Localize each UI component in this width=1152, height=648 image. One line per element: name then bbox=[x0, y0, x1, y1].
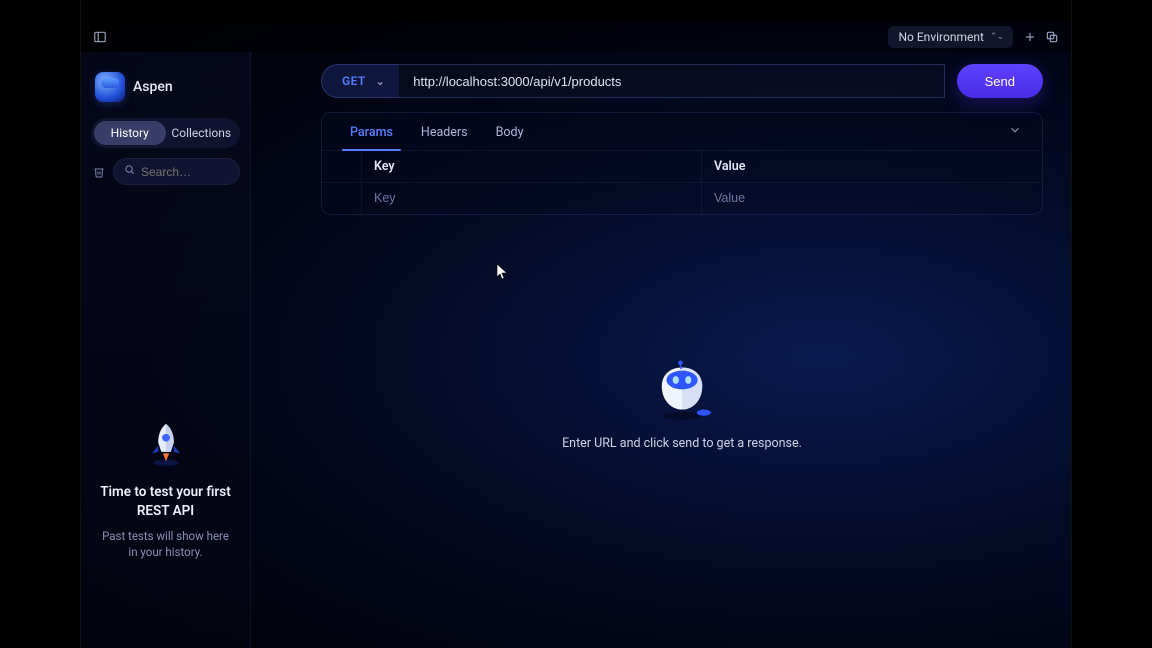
sidebar-tabs: History Collections bbox=[91, 118, 240, 148]
request-bar: GET ⌄ Send bbox=[321, 64, 1043, 98]
history-empty-subtitle: Past tests will show here in your histor… bbox=[97, 528, 234, 560]
http-method-selector[interactable]: GET ⌄ bbox=[321, 64, 399, 98]
tab-headers[interactable]: Headers bbox=[407, 113, 482, 150]
brand: Aspen bbox=[91, 60, 240, 118]
collapse-button[interactable] bbox=[1002, 117, 1028, 147]
response-empty-state: Enter URL and click send to get a respon… bbox=[321, 215, 1043, 648]
clear-history-button[interactable] bbox=[91, 166, 107, 178]
params-row-handle[interactable] bbox=[322, 182, 362, 214]
environment-label: No Environment bbox=[898, 30, 983, 44]
params-table: Key Value bbox=[322, 151, 1042, 214]
app-name: Aspen bbox=[133, 79, 173, 95]
url-input[interactable] bbox=[413, 74, 929, 89]
tab-params[interactable]: Params bbox=[336, 113, 407, 150]
search-input[interactable] bbox=[141, 165, 229, 179]
sidebar: Aspen History Collections bbox=[81, 52, 251, 648]
new-tab-button[interactable] bbox=[1019, 26, 1041, 48]
http-method-label: GET bbox=[342, 74, 366, 88]
request-config-card: Params Headers Body Key Value bbox=[321, 112, 1043, 215]
app-logo-icon bbox=[95, 72, 125, 102]
tab-body[interactable]: Body bbox=[482, 113, 538, 150]
window-titlebar bbox=[81, 0, 1071, 22]
param-key-input[interactable] bbox=[374, 191, 689, 205]
tab-collections[interactable]: Collections bbox=[166, 121, 238, 145]
param-value-input[interactable] bbox=[714, 191, 1030, 205]
search-container bbox=[113, 158, 240, 185]
history-empty-state: Time to test your first REST API Past te… bbox=[91, 417, 240, 640]
tab-history[interactable]: History bbox=[94, 121, 166, 145]
params-value-header: Value bbox=[702, 151, 1042, 182]
response-empty-message: Enter URL and click send to get a respon… bbox=[562, 436, 802, 451]
copy-button[interactable] bbox=[1041, 26, 1063, 48]
history-empty-title: Time to test your first REST API bbox=[97, 483, 234, 519]
request-tab-row: Params Headers Body bbox=[322, 113, 1042, 151]
main-panel: GET ⌄ Send Params Headers Body bbox=[251, 52, 1071, 648]
environment-selector[interactable]: No Environment ⌃⌄ bbox=[888, 26, 1013, 48]
updown-icon: ⌃⌄ bbox=[990, 32, 1003, 42]
sidebar-toggle-button[interactable] bbox=[89, 26, 111, 48]
chevron-down-icon: ⌄ bbox=[376, 75, 386, 88]
mascot-icon bbox=[642, 352, 722, 422]
params-checkbox-header bbox=[322, 151, 362, 182]
send-button[interactable]: Send bbox=[957, 64, 1043, 98]
url-container bbox=[399, 64, 944, 98]
search-icon bbox=[124, 164, 135, 179]
params-key-header: Key bbox=[362, 151, 702, 182]
rocket-icon bbox=[139, 417, 193, 471]
app-toolbar: No Environment ⌃⌄ bbox=[81, 22, 1071, 52]
